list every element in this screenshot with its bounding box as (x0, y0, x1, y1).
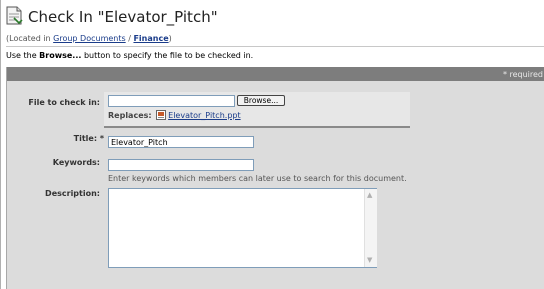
header-divider (6, 46, 544, 47)
scroll-down-arrow-icon[interactable]: ▼ (367, 256, 372, 264)
instructions-pre: Use the (6, 51, 40, 60)
file-to-check-in-label: File to check in: (28, 98, 100, 107)
replaces-label: Replaces: (108, 111, 152, 120)
keywords-label: Keywords: (52, 158, 100, 167)
page-title: Check In "Elevator_Pitch" (28, 8, 218, 26)
document-checkin-icon (6, 6, 23, 25)
instructions-post: button to specify the file to be checked… (81, 51, 254, 60)
window-left-border (0, 0, 1, 289)
description-scrollbar[interactable]: ▲ ▼ (364, 189, 377, 267)
breadcrumb-prefix: (Located in (6, 34, 54, 43)
instructions-text: Use the Browse... button to specify the … (6, 51, 253, 60)
powerpoint-file-icon (156, 110, 167, 120)
keywords-input[interactable] (108, 159, 254, 171)
required-note: * required (502, 70, 543, 79)
browse-button[interactable]: Browse... (237, 95, 285, 106)
replaces-row: Replaces: Elevator_Pitch.ppt (108, 110, 241, 120)
replaces-file-link[interactable]: Elevator_Pitch.ppt (168, 111, 240, 120)
scroll-up-arrow-icon[interactable]: ▲ (367, 191, 372, 199)
file-select-block: Browse... Replaces: Elevator_Pitch.ppt (104, 92, 410, 128)
breadcrumb-finance-link[interactable]: Finance (133, 34, 168, 43)
breadcrumb-suffix: ) (168, 34, 172, 43)
instructions-browse-word: Browse... (39, 51, 82, 60)
checkin-form: * required File to check in: Browse... R… (6, 67, 544, 289)
keywords-hint: Enter keywords which members can later u… (108, 174, 407, 183)
form-header-bar: * required (7, 67, 544, 81)
description-label: Description: (45, 189, 100, 198)
file-path-input[interactable] (108, 95, 235, 107)
breadcrumb-group-documents-link[interactable]: Group Documents (53, 34, 126, 43)
title-input[interactable] (108, 136, 254, 148)
description-textarea[interactable] (108, 188, 377, 268)
breadcrumb: (Located in Group Documents / Finance) (6, 34, 172, 43)
title-label: Title: * (73, 134, 104, 143)
